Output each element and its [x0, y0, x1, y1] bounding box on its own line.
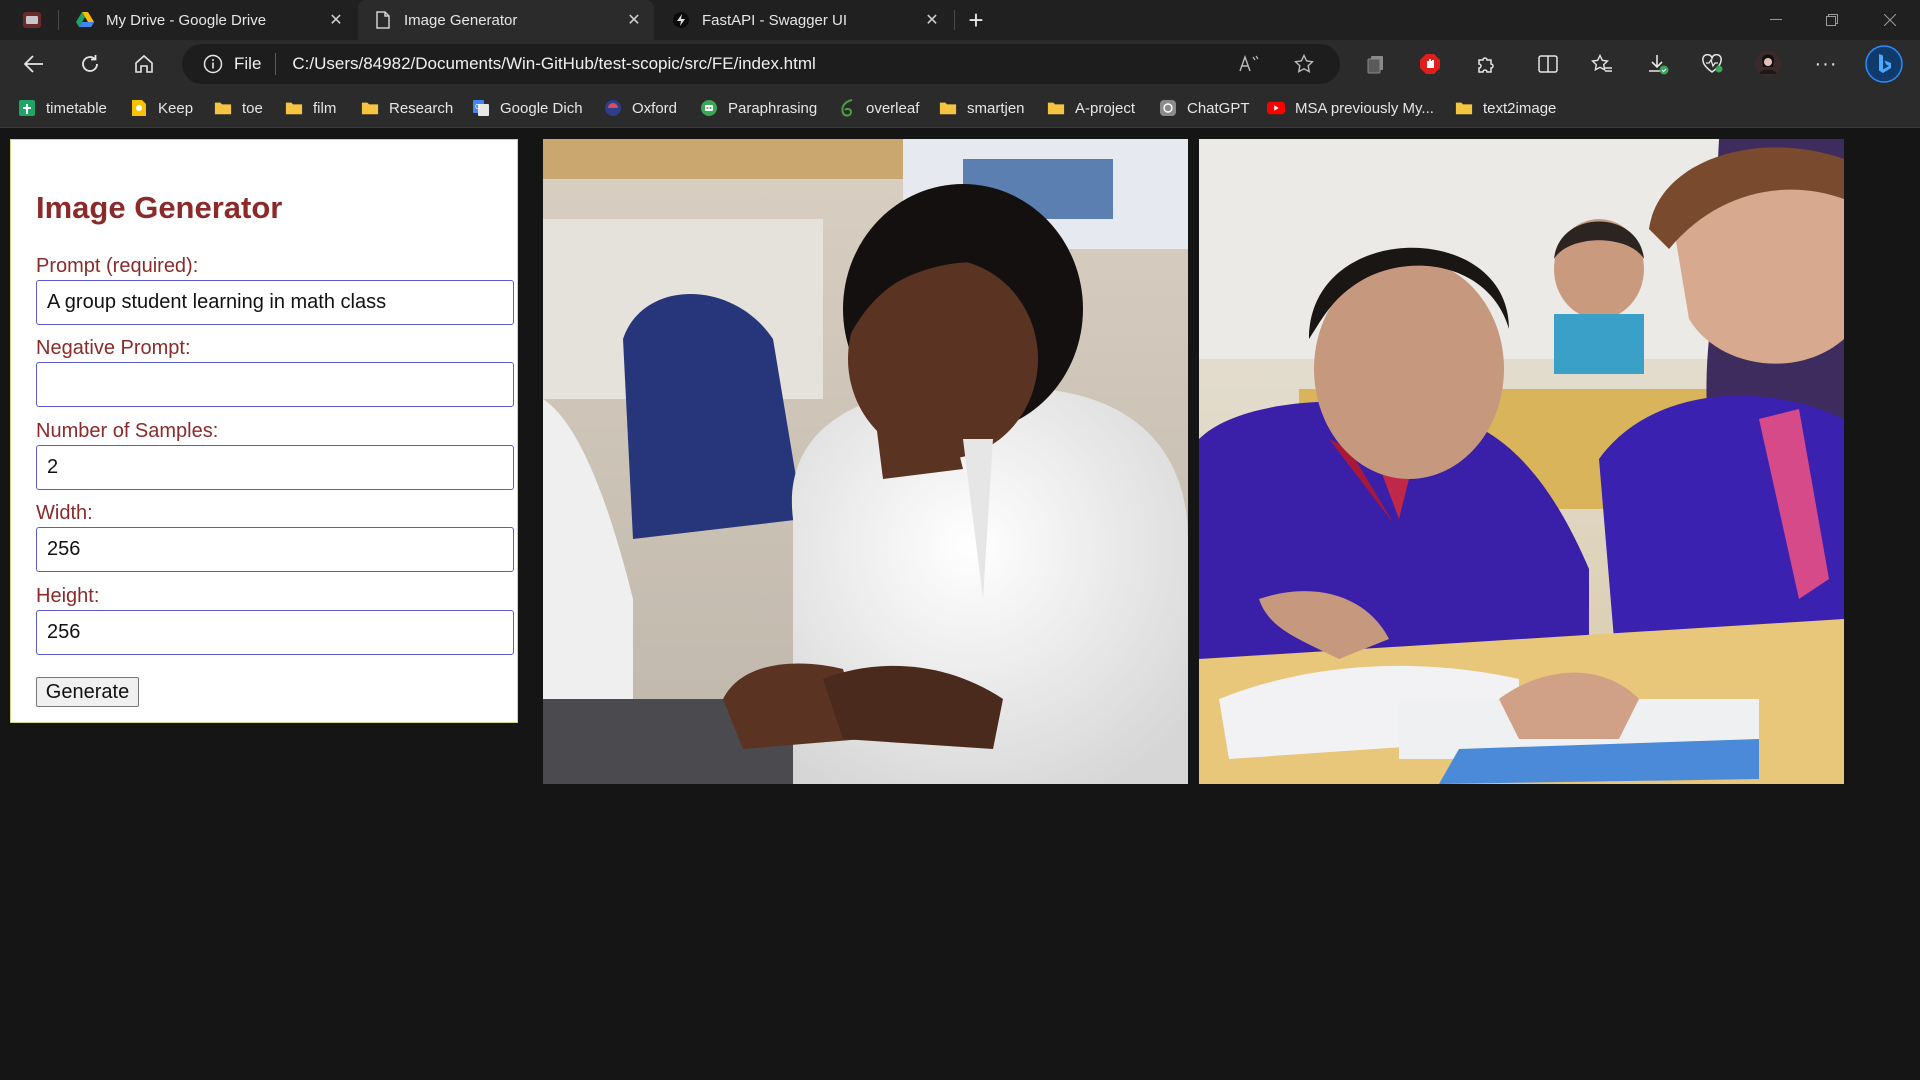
bookmark-label: A-project: [1075, 99, 1136, 117]
bookmark-overleaf[interactable]: overleaf: [838, 96, 919, 120]
workspaces-icon[interactable]: [14, 2, 50, 38]
close-window-icon[interactable]: [1862, 0, 1918, 40]
home-icon[interactable]: [126, 46, 162, 82]
folder-icon: [361, 99, 379, 117]
info-icon[interactable]: [202, 53, 224, 75]
favorites-icon[interactable]: [1584, 46, 1620, 82]
generated-image-1: [543, 139, 1188, 784]
bookmark-label: text2image: [1483, 99, 1557, 117]
bookmark-msa[interactable]: MSA previously My...: [1267, 96, 1434, 120]
downloads-icon[interactable]: [1640, 46, 1676, 82]
bookmark-label: Paraphrasing: [728, 99, 818, 117]
close-tab-icon[interactable]: ✕: [918, 6, 946, 34]
bookmark-label: Oxford: [632, 99, 678, 117]
address-bar[interactable]: File C:/Users/84982/Documents/Win-GitHub…: [182, 44, 1340, 84]
bookmark-oxford[interactable]: Oxford: [604, 96, 677, 120]
bookmark-label: toe: [242, 99, 263, 117]
url-scheme: File: [234, 54, 262, 73]
bookmark-google-dich[interactable]: G Google Dich: [472, 96, 583, 120]
tab-strip: My Drive - Google Drive ✕ Image Generato…: [0, 0, 1920, 40]
bookmark-label: film: [313, 99, 337, 117]
fastapi-icon: [672, 11, 690, 29]
prompt-label: Prompt (required):: [36, 255, 199, 277]
restore-icon[interactable]: [1804, 0, 1860, 40]
height-input[interactable]: [36, 610, 514, 655]
bookmark-timetable[interactable]: timetable: [18, 96, 107, 120]
document-icon: [374, 11, 392, 29]
negative-prompt-label: Negative Prompt:: [36, 337, 191, 359]
bookmark-label: Research: [389, 99, 454, 117]
prompt-input[interactable]: [36, 280, 514, 325]
bookmark-label: smartjen: [967, 99, 1025, 117]
bookmark-smartjen[interactable]: smartjen: [939, 96, 1025, 120]
tab-title: FastAPI - Swagger UI: [702, 11, 848, 29]
generated-image-2: [1199, 139, 1844, 784]
folder-icon: [1047, 99, 1065, 117]
refresh-icon[interactable]: [72, 46, 108, 82]
extensions-icon[interactable]: [1468, 46, 1504, 82]
bookmark-label: Google Dich: [500, 99, 583, 117]
folder-icon: [285, 99, 303, 117]
samples-input[interactable]: [36, 445, 514, 490]
tab-image-generator[interactable]: Image Generator ✕: [358, 0, 654, 40]
height-label: Height:: [36, 585, 100, 607]
browser-essentials-icon[interactable]: [1694, 46, 1730, 82]
profile-avatar[interactable]: [1750, 46, 1786, 82]
bookmark-label: overleaf: [866, 99, 920, 117]
tab-google-drive[interactable]: My Drive - Google Drive ✕: [60, 0, 356, 40]
svg-text:G: G: [475, 104, 480, 111]
width-label: Width:: [36, 502, 93, 524]
browser-toolbar: File C:/Users/84982/Documents/Win-GitHub…: [0, 40, 1920, 114]
samples-label: Number of Samples:: [36, 420, 219, 442]
bookmark-text2image[interactable]: text2image: [1455, 96, 1556, 120]
google-drive-icon: [76, 11, 94, 29]
bookmark-label: timetable: [46, 99, 107, 117]
bookmark-toe[interactable]: toe: [214, 96, 263, 120]
tab-fastapi[interactable]: FastAPI - Swagger UI ✕: [656, 0, 952, 40]
bookmarks-bar: timetable Keep toe film Research G Googl…: [0, 88, 1920, 128]
minimize-icon[interactable]: [1748, 0, 1804, 40]
chatgpt-icon: [1159, 99, 1177, 117]
split-screen-icon[interactable]: [1530, 46, 1566, 82]
bookmark-label: Keep: [158, 99, 194, 117]
tab-title: Image Generator: [404, 11, 518, 29]
close-tab-icon[interactable]: ✕: [620, 6, 648, 34]
url-text[interactable]: C:/Users/84982/Documents/Win-GitHub/test…: [292, 54, 815, 74]
new-tab-icon[interactable]: +: [958, 2, 994, 38]
bookmark-chatgpt[interactable]: ChatGPT: [1159, 96, 1250, 120]
folder-icon: [1455, 99, 1473, 117]
bookmark-a-project[interactable]: A-project: [1047, 96, 1135, 120]
sheets-icon: [18, 99, 36, 117]
width-input[interactable]: [36, 527, 514, 572]
collections-icon[interactable]: [1358, 46, 1394, 82]
youtube-icon: [1267, 99, 1285, 117]
overleaf-icon: [838, 99, 856, 117]
google-translate-icon: G: [472, 99, 490, 117]
bookmark-keep[interactable]: Keep: [130, 96, 193, 120]
oxford-icon: [604, 99, 622, 117]
robot-icon: [700, 99, 718, 117]
bookmark-label: ChatGPT: [1187, 99, 1250, 117]
page-title: Image Generator: [36, 190, 283, 225]
generator-form: Image Generator Prompt (required): Negat…: [10, 139, 518, 723]
tab-title: My Drive - Google Drive: [106, 11, 267, 29]
close-tab-icon[interactable]: ✕: [322, 6, 350, 34]
negative-prompt-input[interactable]: [36, 362, 514, 407]
bookmark-film[interactable]: film: [285, 96, 336, 120]
folder-icon: [939, 99, 957, 117]
bing-chat-icon[interactable]: [1864, 44, 1904, 84]
bookmark-research[interactable]: Research: [361, 96, 453, 120]
folder-icon: [214, 99, 232, 117]
back-icon[interactable]: [16, 46, 52, 82]
bookmark-label: MSA previously My...: [1295, 99, 1434, 117]
generate-button[interactable]: Generate: [36, 677, 139, 707]
read-aloud-icon[interactable]: [1232, 46, 1268, 82]
keep-icon: [130, 99, 148, 117]
favorite-star-icon[interactable]: [1286, 46, 1322, 82]
adblock-icon[interactable]: [1412, 46, 1448, 82]
page-content: Image Generator Prompt (required): Negat…: [0, 129, 1920, 1080]
bookmark-paraphrasing[interactable]: Paraphrasing: [700, 96, 817, 120]
more-options-icon[interactable]: ···: [1808, 46, 1844, 82]
